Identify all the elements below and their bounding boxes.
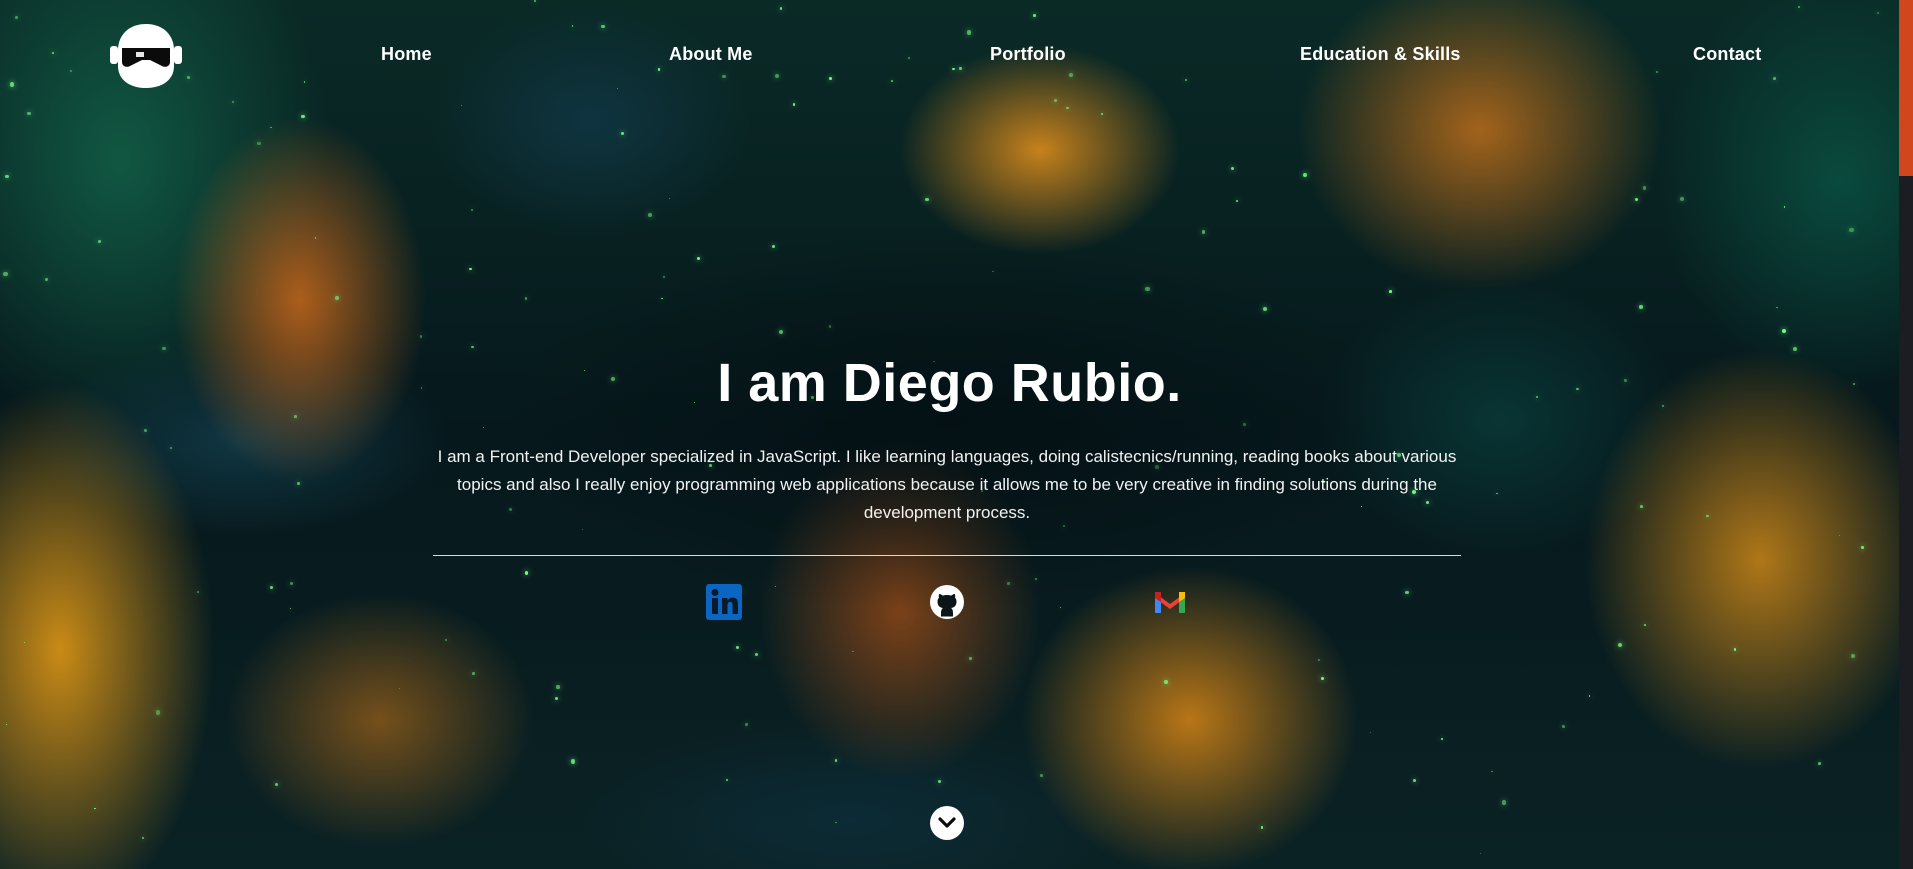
logo-astronaut-icon[interactable] xyxy=(110,22,182,90)
background-overlay xyxy=(0,0,1913,869)
github-icon xyxy=(930,585,964,619)
scrollbar-thumb[interactable] xyxy=(1899,0,1913,176)
nav-item-about-me[interactable]: About Me xyxy=(669,44,753,65)
chevron-down-icon xyxy=(938,817,956,828)
github-link[interactable] xyxy=(928,583,966,621)
nav-item-contact[interactable]: Contact xyxy=(1693,44,1761,65)
top-navigation: Home About Me Portfolio Education & Skil… xyxy=(0,0,1899,110)
hero-title: I am Diego Rubio. xyxy=(717,353,1182,413)
nav-item-portfolio[interactable]: Portfolio xyxy=(990,44,1066,65)
nav-item-home[interactable]: Home xyxy=(381,44,432,65)
hero-description: I am a Front-end Developer specialized i… xyxy=(437,447,1457,522)
scrollbar[interactable] xyxy=(1899,0,1913,869)
gmail-icon xyxy=(1155,592,1185,613)
linkedin-icon xyxy=(706,584,742,620)
linkedin-link[interactable] xyxy=(705,583,743,621)
nav-item-education-skills[interactable]: Education & Skills xyxy=(1300,44,1461,65)
divider xyxy=(433,555,1461,556)
gmail-link[interactable] xyxy=(1151,583,1189,621)
scroll-down-button[interactable] xyxy=(930,806,964,840)
